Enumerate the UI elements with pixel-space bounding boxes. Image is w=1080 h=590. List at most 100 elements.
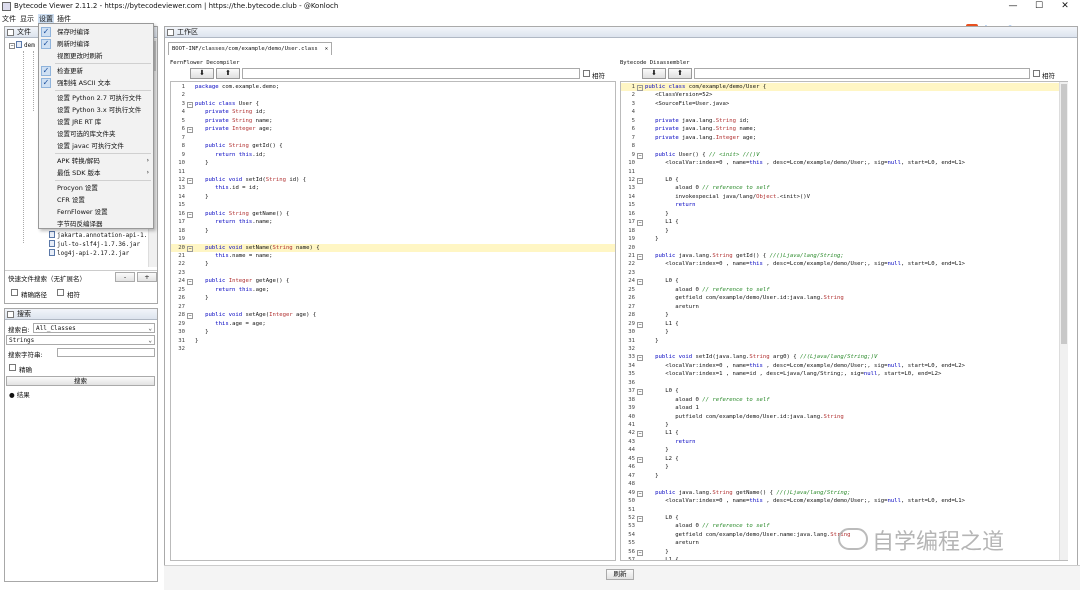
code-line[interactable]: 24− public Integer getAge() {: [171, 277, 615, 286]
code-line[interactable]: 26 getfield com/example/demo/User.id:jav…: [621, 294, 1067, 302]
settings-menu-item[interactable]: Procyon 设置: [39, 182, 153, 194]
code-line[interactable]: 49− public java.lang.String getName() { …: [621, 489, 1067, 497]
code-line[interactable]: 1 package com.example.demo;: [171, 83, 615, 91]
maximize-button[interactable]: ☐: [1026, 0, 1052, 13]
code-line[interactable]: 57 L1 {: [621, 556, 1067, 560]
code-line[interactable]: 22 }: [171, 260, 615, 268]
settings-menu-item[interactable]: 设置 JRE RT 库: [39, 116, 153, 128]
code-line[interactable]: 51: [621, 506, 1067, 514]
search-button[interactable]: 搜索: [6, 376, 155, 386]
fold-toggle-icon[interactable]: −: [637, 549, 643, 556]
code-line[interactable]: 7: [171, 134, 615, 142]
up-arrow-button[interactable]: ⬆: [668, 68, 692, 79]
code-line[interactable]: 3 <SourceFile=User.java>: [621, 100, 1067, 108]
search-string-input[interactable]: [57, 348, 155, 357]
code-line[interactable]: 46 }: [621, 463, 1067, 471]
settings-menu-item[interactable]: 字节码反编译器: [39, 218, 153, 230]
code-line[interactable]: 14 }: [171, 193, 615, 201]
settings-menu-item[interactable]: 最低 SDK 版本 ›: [39, 167, 153, 179]
tree-item-jar[interactable]: jakarta.annotation-api-1.: [49, 231, 147, 240]
settings-menu-item[interactable]: APK 转换/解码 ›: [39, 155, 153, 167]
code-line[interactable]: 12− L0 {: [621, 176, 1067, 184]
refresh-button[interactable]: 刷新: [606, 569, 634, 580]
exact-path-checkbox[interactable]: [11, 289, 18, 296]
code-line[interactable]: 3− public class User {: [171, 100, 615, 108]
code-line[interactable]: 31 }: [621, 337, 1067, 345]
code-line[interactable]: 32: [621, 345, 1067, 353]
code-line[interactable]: 28− public void setAge(Integer age) {: [171, 311, 615, 320]
right-find-input[interactable]: [694, 68, 1030, 79]
results-node[interactable]: ● 结果: [9, 389, 30, 399]
right-match-case-checkbox[interactable]: [1033, 70, 1040, 77]
code-line[interactable]: 16− public String getName() {: [171, 210, 615, 218]
code-line[interactable]: 6− private Integer age;: [171, 125, 615, 134]
code-line[interactable]: 13 aload 0 // reference to self: [621, 184, 1067, 192]
right-code-editor[interactable]: 1− public class com/example/demo/User {2 …: [620, 81, 1068, 561]
fold-toggle-icon[interactable]: −: [187, 101, 193, 108]
tree-item-jar[interactable]: log4j-api-2.17.2.jar: [49, 249, 129, 258]
collapse-all-button[interactable]: -: [115, 272, 135, 282]
fold-toggle-icon[interactable]: −: [187, 313, 193, 320]
code-line[interactable]: 17 return this.name;: [171, 218, 615, 226]
settings-menu-item[interactable]: FernFlower 设置: [39, 206, 153, 218]
fold-toggle-icon[interactable]: −: [637, 321, 643, 328]
code-line[interactable]: 50 <localVar:index=0 , name=this , desc=…: [621, 497, 1067, 505]
expand-all-button[interactable]: +: [137, 272, 157, 282]
code-line[interactable]: 6 private java.lang.String name;: [621, 125, 1067, 133]
fold-toggle-icon[interactable]: −: [637, 152, 643, 159]
code-line[interactable]: 7 private java.lang.Integer age;: [621, 134, 1067, 142]
code-line[interactable]: 35 <localVar:index=1 , name=id , desc=Lj…: [621, 370, 1067, 378]
code-line[interactable]: 2 <ClassVersion=52>: [621, 91, 1067, 99]
settings-menu-item[interactable]: 视图更改时刷新: [39, 50, 153, 62]
code-line[interactable]: 4 private String id;: [171, 108, 615, 116]
minimize-button[interactable]: —: [1000, 0, 1026, 13]
code-line[interactable]: 19: [171, 235, 615, 243]
code-line[interactable]: 1− public class com/example/demo/User {: [621, 83, 1067, 92]
fold-toggle-icon[interactable]: −: [187, 127, 193, 134]
fold-toggle-icon[interactable]: −: [637, 85, 643, 91]
code-line[interactable]: 18 }: [621, 227, 1067, 235]
code-line[interactable]: 30 }: [621, 328, 1067, 336]
code-line[interactable]: 45− L2 {: [621, 455, 1067, 463]
code-line[interactable]: 17− L1 {: [621, 218, 1067, 227]
fold-toggle-icon[interactable]: −: [187, 211, 193, 218]
close-button[interactable]: ✕: [1052, 0, 1078, 13]
code-line[interactable]: 30 }: [171, 328, 615, 336]
tree-root-row[interactable]: − dem: [9, 41, 35, 50]
code-line[interactable]: 9 return this.id;: [171, 151, 615, 159]
code-line[interactable]: 20: [621, 244, 1067, 252]
code-line[interactable]: 31}: [171, 337, 615, 345]
code-line[interactable]: 43 return: [621, 438, 1067, 446]
tab-user-class[interactable]: BOOT-INF/classes/com/example/demo/User.c…: [168, 42, 332, 55]
code-line[interactable]: 48: [621, 480, 1067, 488]
settings-menu-item[interactable]: 设置 Python 2.7 可执行文件: [39, 92, 153, 104]
code-line[interactable]: 23: [621, 269, 1067, 277]
code-line[interactable]: 34 <localVar:index=0 , name=this , desc=…: [621, 362, 1067, 370]
fold-toggle-icon[interactable]: −: [637, 254, 643, 260]
code-line[interactable]: 8: [621, 142, 1067, 150]
fold-toggle-icon[interactable]: −: [187, 245, 193, 252]
code-line[interactable]: 24− L0 {: [621, 277, 1067, 286]
left-match-case-checkbox[interactable]: [583, 70, 590, 77]
code-line[interactable]: 27: [171, 303, 615, 311]
code-line[interactable]: 19 }: [621, 235, 1067, 243]
menu-file[interactable]: 文件: [2, 14, 16, 24]
code-line[interactable]: 44 }: [621, 446, 1067, 454]
code-line[interactable]: 52− L0 {: [621, 514, 1067, 522]
fold-toggle-icon[interactable]: −: [637, 490, 643, 497]
left-find-input[interactable]: [242, 68, 580, 79]
settings-menu-item[interactable]: CFR 设置: [39, 194, 153, 206]
down-arrow-button[interactable]: ⬇: [642, 68, 666, 79]
code-line[interactable]: 38 aload 0 // reference to self: [621, 396, 1067, 404]
code-line[interactable]: 28 }: [621, 311, 1067, 319]
code-line[interactable]: 41 }: [621, 421, 1067, 429]
code-line[interactable]: 42− L1 {: [621, 429, 1067, 438]
fold-toggle-icon[interactable]: −: [637, 177, 643, 184]
code-line[interactable]: 8 public String getId() {: [171, 142, 615, 150]
search-from-select[interactable]: All_Classes ⌄: [33, 323, 155, 333]
code-line[interactable]: 20− public void setName(String name) {: [171, 243, 615, 252]
code-line[interactable]: 15 return: [621, 201, 1067, 209]
code-line[interactable]: 22 <localVar:index=0 , name=this , desc=…: [621, 260, 1067, 268]
exact-checkbox[interactable]: [9, 364, 16, 371]
fold-toggle-icon[interactable]: −: [187, 177, 193, 184]
